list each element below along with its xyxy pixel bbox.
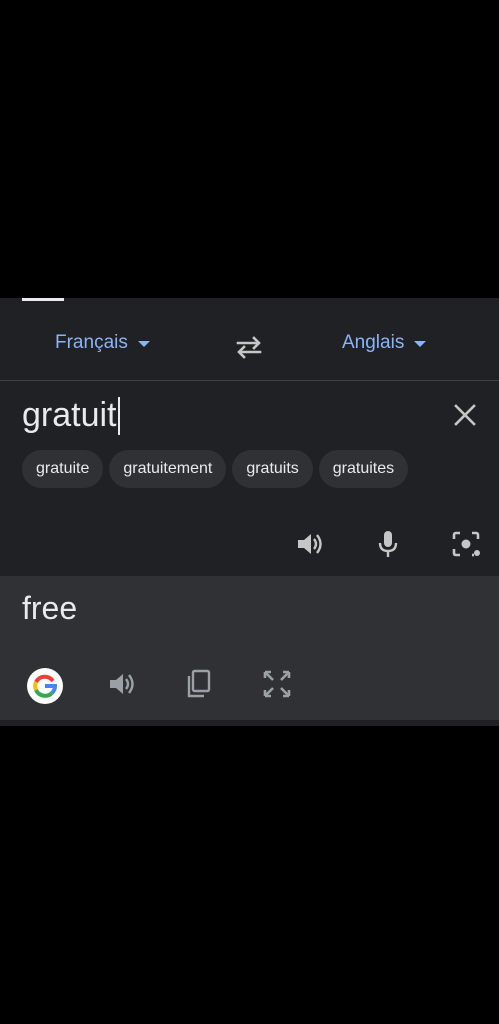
voice-input-button[interactable] (372, 528, 404, 560)
fullscreen-icon (263, 670, 291, 698)
swap-languages-button[interactable] (232, 330, 266, 364)
source-text: gratuit (22, 396, 117, 434)
suggestion-chip[interactable]: gratuites (318, 450, 409, 488)
google-logo-icon[interactable] (27, 668, 63, 704)
text-cursor (117, 396, 120, 435)
chevron-down-icon (414, 341, 427, 347)
source-language-selector[interactable]: Français (55, 332, 150, 354)
camera-icon (452, 531, 480, 557)
suggestion-chip[interactable]: gratuits (232, 450, 313, 488)
camera-input-button[interactable] (450, 528, 482, 560)
translate-panel: Français Anglais gratuit gratuite gratui… (0, 298, 499, 726)
close-icon (454, 404, 476, 426)
listen-translation-button[interactable] (106, 668, 138, 700)
chevron-down-icon (137, 341, 150, 347)
listen-source-button[interactable] (294, 528, 326, 560)
bottom-blank-area (0, 726, 499, 1024)
suggestion-chips: gratuite gratuitement gratuits gratuites (22, 450, 409, 488)
top-blank-area (0, 0, 499, 298)
clear-input-button[interactable] (452, 402, 478, 428)
divider (0, 380, 499, 381)
google-g-icon (33, 674, 58, 698)
copy-translation-button[interactable] (183, 668, 215, 700)
copy-icon (187, 669, 211, 698)
speaker-icon (110, 674, 134, 694)
target-language-selector[interactable]: Anglais (342, 332, 427, 354)
tab-indicator (22, 298, 64, 301)
source-text-input[interactable]: gratuit (22, 396, 120, 435)
fullscreen-button[interactable] (261, 668, 293, 700)
source-language-label: Français (55, 332, 128, 353)
suggestion-chip[interactable]: gratuite (22, 450, 104, 488)
suggestion-chip[interactable]: gratuitement (109, 450, 227, 488)
translation-output: free (0, 576, 499, 720)
speaker-icon (298, 534, 322, 554)
microphone-icon (378, 531, 398, 557)
translated-text: free (22, 590, 78, 626)
language-bar: Français Anglais (0, 304, 499, 380)
target-language-label: Anglais (342, 332, 405, 353)
swap-languages-icon (236, 336, 262, 359)
